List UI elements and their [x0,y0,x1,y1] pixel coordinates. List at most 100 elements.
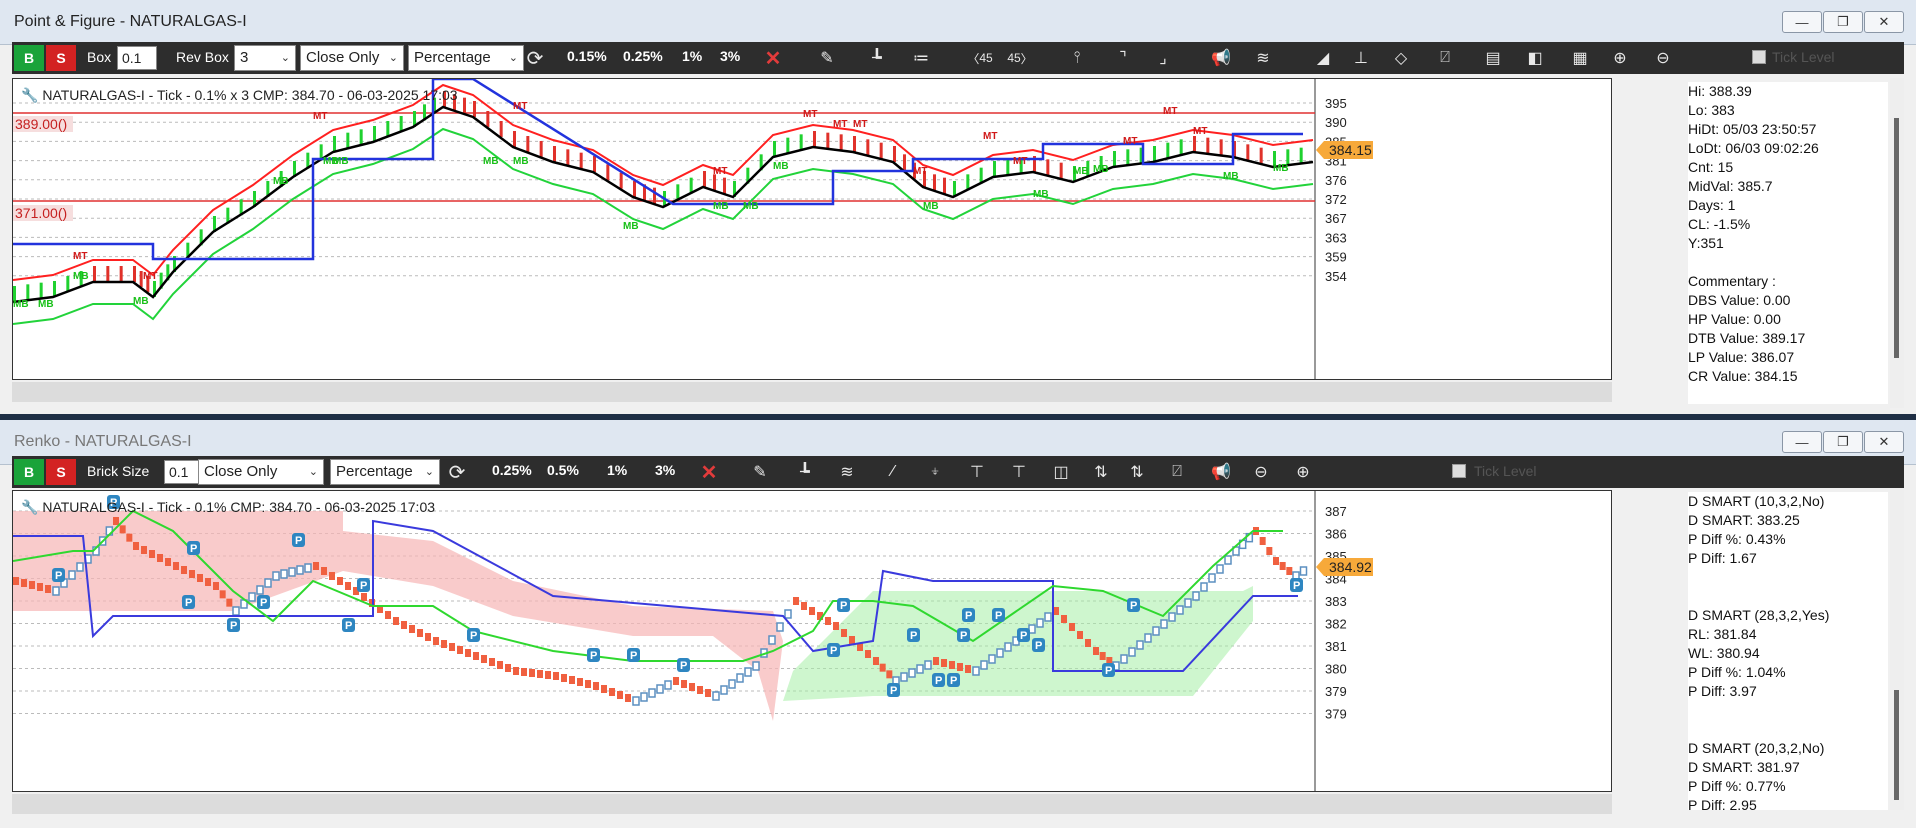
triangle-icon[interactable]: ◢ [1310,46,1336,70]
pf-bar [943,177,946,194]
renko-unit-select[interactable]: Percentage ⌄ [330,459,440,485]
zoom-out-icon[interactable]: ⊖ [1650,46,1676,70]
renko-brick-up [996,648,1004,658]
bars-icon[interactable]: ⍁ [1432,46,1458,70]
pf-bar [703,171,706,187]
pin-icon[interactable]: ┺ [864,46,890,70]
y-tick-label: 376 [1325,173,1347,188]
tick-level-checkbox[interactable] [1752,50,1766,64]
renko-preset-4[interactable]: 3% [655,462,675,478]
renko-hscroll[interactable] [12,794,1612,814]
pf-bar [866,139,870,156]
renko-vscroll[interactable] [1890,490,1904,810]
ruler-icon[interactable]: ≔ [908,46,934,70]
pf-preset-3[interactable]: 1% [682,48,702,64]
arrows-up-icon[interactable]: ⇅ [1088,460,1114,484]
bracket-icon[interactable]: ⌝ [1110,46,1136,70]
renko-brick-up [776,622,784,632]
p-marker: P [470,630,477,642]
diamond-icon[interactable]: ◇ [1388,46,1414,70]
sell-button[interactable]: S [46,459,76,485]
renko-brick-up [272,571,280,581]
pf-titlebar: Point & Figure - NATURALGAS-I — ❐ ✕ [0,0,1916,45]
pf-vscroll[interactable] [1890,78,1904,408]
renko-preset-3[interactable]: 1% [607,462,627,478]
zoom-out-icon[interactable]: ⊖ [1248,460,1274,484]
pf-preset-4[interactable]: 3% [720,48,740,64]
pf-bar [1059,162,1063,179]
renko-brick-down [149,550,155,558]
pf-mode-select[interactable]: Close Only ⌄ [300,45,404,71]
corner-icon[interactable]: ⌟ [1150,46,1176,70]
minimize-button[interactable]: — [1782,431,1822,453]
renko-preset-2[interactable]: 0.5% [547,462,579,478]
announce-icon[interactable]: 📢 [1208,46,1234,70]
indicator-icon[interactable]: ≋ [834,460,860,484]
renko-brick-down [617,691,623,699]
renko-brick-down [1061,615,1067,623]
layout-icon[interactable]: ◧ [1522,46,1548,70]
renko-mode-select[interactable]: Close Only ⌄ [198,459,324,485]
text-down-icon[interactable]: ⊤ [1006,460,1032,484]
perpendicular-icon[interactable]: ⊥ [1348,46,1374,70]
delete-icon[interactable]: ✕ [696,460,722,484]
renko-brick-down [29,581,35,589]
text-up-icon[interactable]: ⊤ [964,460,990,484]
panel-icon[interactable]: ▤ [1480,46,1506,70]
pf-info-line: LP Value: 386.07 [1688,349,1795,365]
renko-brick-down [585,680,591,688]
renko-info-line: D SMART (10,3,2,No) [1688,493,1825,509]
pf-bar [39,282,43,299]
close-button[interactable]: ✕ [1864,11,1904,33]
mt-marker: MT [1193,126,1207,137]
tick-level-checkbox[interactable] [1452,464,1466,478]
angle-45-left-icon[interactable]: 〈 45 [967,46,993,70]
refresh-icon[interactable]: ⟳ [522,46,548,70]
pf-hscroll[interactable] [12,382,1612,402]
revbox-select[interactable]: 3 ⌄ [234,45,296,71]
arrows-down-icon[interactable]: ⇅ [1124,460,1150,484]
buy-button[interactable]: B [14,459,44,485]
sell-button[interactable]: S [46,45,76,71]
y-tick-label: 363 [1325,230,1347,245]
candle-icon[interactable]: ⍖ [922,460,948,484]
pf-unit-select[interactable]: Percentage ⌄ [408,45,524,71]
pin-icon[interactable]: ┺ [792,460,818,484]
line-tool-icon[interactable]: ⫯ [1064,46,1090,70]
renko-preset-1[interactable]: 0.25% [492,462,532,478]
p-marker: P [935,675,942,687]
renko-brick-up [736,673,744,683]
restore-button[interactable]: ❐ [1823,431,1863,453]
boxes-icon[interactable]: ◫ [1048,460,1074,484]
delete-icon[interactable]: ✕ [760,46,786,70]
angle-45-right-label: 45 [1007,51,1021,65]
pf-bar [773,141,776,157]
renko-brick-down [879,663,886,672]
pf-header-text: NATURALGAS-I - Tick - 0.1% x 3 CMP: 384.… [42,87,458,103]
minimize-button[interactable]: — [1782,11,1822,33]
pf-bar [359,129,363,146]
grid-icon[interactable]: ▦ [1567,46,1593,70]
brush-icon[interactable]: ∕ [880,460,906,484]
pf-preset-1[interactable]: 0.15% [567,48,607,64]
zoom-in-icon[interactable]: ⊕ [1607,46,1633,70]
pf-bar [1219,139,1223,156]
pf-chart[interactable]: 🔧 NATURALGAS-I - Tick - 0.1% x 3 CMP: 38… [12,78,1612,380]
edit-icon[interactable]: ✎ [747,460,773,484]
close-button[interactable]: ✕ [1864,431,1904,453]
renko-chart[interactable]: 🔧 NATURALGAS-I - Tick - 0.1% CMP: 384.70… [12,490,1612,792]
announce-icon[interactable]: 📢 [1208,460,1234,484]
indicator-icon[interactable]: ≋ [1250,46,1276,70]
renko-brick-down [1259,537,1266,545]
bars-icon[interactable]: ⍁ [1164,460,1190,484]
renko-brick-up [264,578,272,588]
refresh-icon[interactable]: ⟳ [444,460,470,484]
buy-button[interactable]: B [14,45,44,71]
zoom-in-icon[interactable]: ⊕ [1290,460,1316,484]
restore-button[interactable]: ❐ [1823,11,1863,33]
angle-45-right-icon[interactable]: 45 〉 [1007,46,1033,70]
pf-preset-2[interactable]: 0.25% [623,48,663,64]
pf-bar [499,121,503,137]
box-input[interactable]: 0.1 [117,46,157,70]
edit-icon[interactable]: ✎ [814,46,840,70]
